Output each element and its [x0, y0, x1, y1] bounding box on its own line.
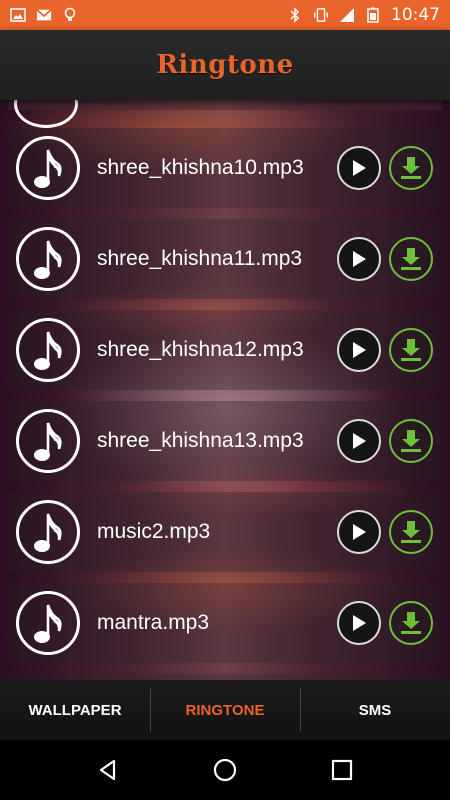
download-button[interactable] — [389, 419, 433, 463]
home-button[interactable] — [205, 750, 245, 790]
tab-ringtone[interactable]: RINGTONE — [150, 680, 300, 740]
play-icon — [353, 524, 366, 540]
download-icon — [401, 157, 421, 179]
status-right: 10:47 — [287, 5, 440, 25]
back-icon — [100, 759, 116, 781]
list-item[interactable]: shree_khishna13.mp3 — [8, 401, 442, 481]
bluetooth-icon — [287, 7, 303, 23]
status-bar: 10:47 — [0, 0, 450, 30]
download-icon — [401, 430, 421, 452]
app-bar: Ringtone — [0, 30, 450, 100]
play-button[interactable] — [337, 419, 381, 463]
music-note-icon — [16, 136, 80, 200]
list-item[interactable]: music2.mp3 — [8, 492, 442, 572]
recents-button[interactable] — [322, 750, 362, 790]
download-icon — [401, 248, 421, 270]
ringtone-name: shree_khishna12.mp3 — [97, 338, 304, 361]
music-note-icon — [16, 409, 80, 473]
play-icon — [353, 342, 366, 358]
tab-sms[interactable]: SMS — [300, 680, 450, 740]
list-item[interactable]: mantra.mp3 — [8, 583, 442, 663]
gmail-icon — [36, 7, 52, 23]
play-button[interactable] — [337, 328, 381, 372]
list-item[interactable]: shree_khishna11.mp3 — [8, 219, 442, 299]
signal-icon — [339, 7, 355, 23]
play-button[interactable] — [337, 601, 381, 645]
ringtone-list-area[interactable]: shree_khishna10.mp3 shree_khishna11.mp3 — [0, 100, 450, 680]
bottom-tabs: WALLPAPER RINGTONE SMS — [0, 680, 450, 740]
ringtone-name: shree_khishna13.mp3 — [97, 429, 304, 452]
play-icon — [353, 251, 366, 267]
system-nav-bar — [0, 740, 450, 800]
music-note-icon — [14, 100, 78, 128]
music-note-icon — [16, 500, 80, 564]
play-button[interactable] — [337, 146, 381, 190]
download-button[interactable] — [389, 601, 433, 645]
status-time: 10:47 — [391, 5, 440, 25]
ringtone-name: music2.mp3 — [97, 520, 211, 543]
play-icon — [353, 433, 366, 449]
back-button[interactable] — [88, 750, 128, 790]
music-note-icon — [16, 318, 80, 382]
list-item[interactable]: shree_khishna12.mp3 — [8, 310, 442, 390]
battery-icon — [365, 7, 381, 23]
download-icon — [401, 521, 421, 543]
status-left — [10, 7, 78, 23]
lightbulb-icon — [62, 7, 78, 23]
list-item[interactable]: shree_khishna10.mp3 — [8, 128, 442, 208]
play-button[interactable] — [337, 510, 381, 554]
ringtone-name: shree_khishna10.mp3 — [97, 156, 304, 179]
tab-wallpaper[interactable]: WALLPAPER — [0, 680, 150, 740]
vibrate-icon — [313, 7, 329, 23]
download-button[interactable] — [389, 237, 433, 281]
page-title: Ringtone — [156, 50, 294, 80]
image-icon — [10, 7, 26, 23]
play-button[interactable] — [337, 237, 381, 281]
download-button[interactable] — [389, 328, 433, 372]
music-note-icon — [16, 227, 80, 291]
download-button[interactable] — [389, 510, 433, 554]
music-note-icon — [16, 591, 80, 655]
home-icon — [213, 758, 237, 782]
download-icon — [401, 612, 421, 634]
download-button[interactable] — [389, 146, 433, 190]
play-icon — [353, 615, 366, 631]
download-icon — [401, 339, 421, 361]
ringtone-name: shree_khishna11.mp3 — [97, 247, 303, 270]
recents-icon — [331, 759, 352, 781]
ringtone-name: mantra.mp3 — [97, 611, 210, 634]
play-icon — [353, 160, 366, 176]
